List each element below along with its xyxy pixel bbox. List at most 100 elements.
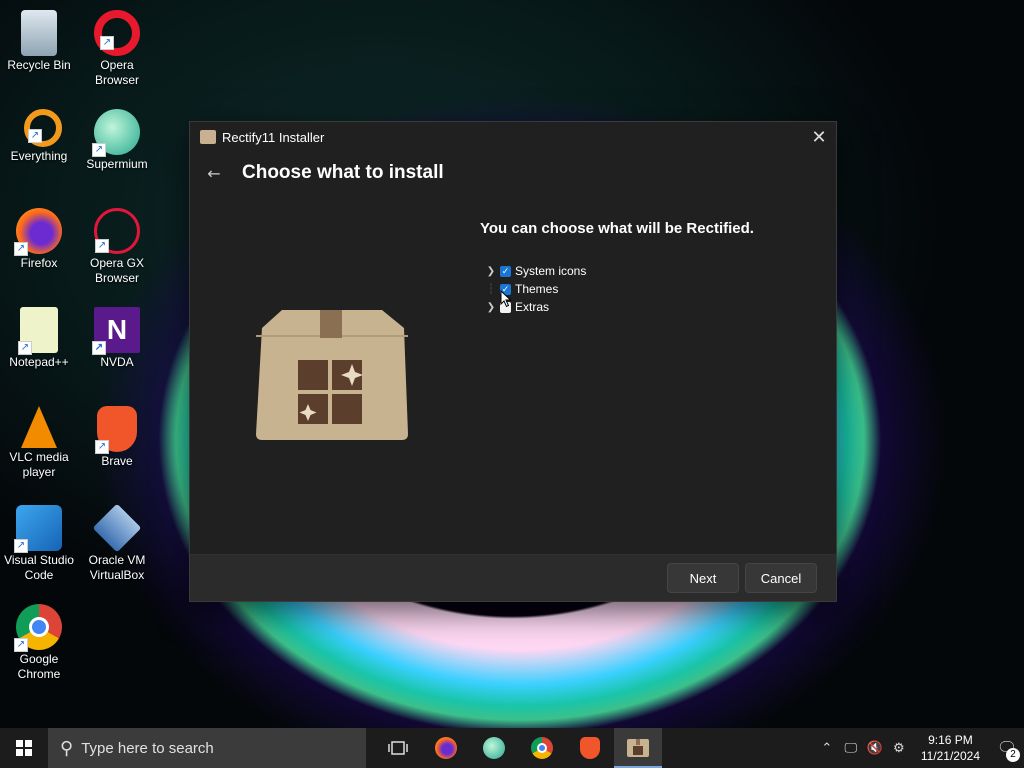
volume-muted-icon[interactable]: 🔇 — [863, 740, 887, 756]
back-button[interactable]: ← — [204, 164, 224, 184]
taskbar-chrome[interactable] — [518, 728, 566, 768]
task-view-icon — [388, 741, 408, 755]
desktop-icon-opera-gx[interactable]: ↗ Opera GX Browser — [80, 204, 154, 286]
next-button[interactable]: Next — [667, 563, 739, 593]
desktop-icon-label: Notepad++ — [9, 355, 69, 369]
clock-date: 11/21/2024 — [920, 749, 980, 763]
desktop-icon-supermium[interactable]: ↗ Supermium — [80, 105, 154, 172]
desktop-icon-vlc[interactable]: VLC media player — [2, 402, 76, 480]
network-icon[interactable]: 🖵 — [839, 740, 863, 756]
brave-icon — [580, 737, 600, 759]
mouse-cursor-icon — [500, 290, 512, 308]
shortcut-arrow-icon: ↗ — [14, 242, 28, 256]
desktop-icon-label: Brave — [101, 454, 133, 468]
opera-gx-icon: ↗ — [94, 208, 140, 254]
shortcut-arrow-icon: ↗ — [14, 638, 28, 652]
tree-item-system-icons[interactable]: ❯ ✓ System icons — [484, 262, 587, 280]
back-arrow-icon: ← — [207, 164, 221, 183]
desktop-icon-vscode[interactable]: ↗ Visual Studio Code — [2, 501, 76, 583]
desktop-icon-label: Google Chrome — [17, 652, 61, 681]
desktop-icon-label: Opera GX Browser — [89, 256, 145, 285]
rectify11-installer-icon — [200, 130, 216, 144]
package-box-icon — [256, 310, 408, 440]
desktop-icon-label: Everything — [10, 149, 68, 163]
shortcut-arrow-icon: ↗ — [18, 341, 32, 355]
tree-item-label: System icons — [515, 264, 587, 278]
chrome-icon — [531, 737, 553, 759]
search-icon: ⚲ — [60, 737, 74, 758]
chevron-up-icon[interactable]: ⌃ — [815, 740, 839, 756]
desktop-icon-opera[interactable]: ↗ Opera Browser — [80, 6, 154, 88]
brave-icon: ↗ — [95, 406, 137, 454]
shortcut-arrow-icon: ↗ — [100, 36, 114, 50]
desktop-icon-label: Firefox — [20, 256, 58, 270]
opera-icon: ↗ — [94, 10, 140, 56]
taskbar-rectify11-installer[interactable] — [614, 728, 662, 768]
taskbar-clock[interactable]: 9:16 PM 11/21/2024 — [921, 732, 980, 764]
component-tree: ❯ ✓ System icons ┆ ✓ Themes ❯ Extras — [484, 262, 587, 316]
desktop-icon-label: VLC media player — [9, 450, 69, 479]
close-icon: ✕ — [811, 126, 827, 147]
title-bar[interactable]: Rectify11 Installer ✕ — [190, 122, 836, 152]
system-tray: ⌃ 🖵 🔇 ⚙ 9:16 PM 11/21/2024 🗨 2 — [815, 728, 1024, 768]
window-title: Rectify11 Installer — [222, 129, 325, 145]
nvda-icon: N ↗ — [92, 307, 140, 355]
start-button[interactable] — [0, 728, 48, 768]
task-view-button[interactable] — [374, 728, 422, 768]
desktop-icon-firefox[interactable]: ↗ Firefox — [2, 204, 76, 271]
system-icons-checkbox[interactable]: ✓ — [500, 265, 511, 277]
cancel-button[interactable]: Cancel — [745, 563, 817, 593]
desktop-icon-virtualbox[interactable]: Oracle VM VirtualBox — [80, 501, 154, 583]
notification-center-button[interactable]: 🗨 2 — [990, 728, 1024, 768]
desktop-icon-chrome[interactable]: ↗ Google Chrome — [2, 600, 76, 682]
taskbar-brave[interactable] — [566, 728, 614, 768]
desktop-icon-label: Oracle VM VirtualBox — [88, 553, 146, 582]
desktop-icon-nvda[interactable]: N ↗ NVDA — [80, 303, 154, 370]
dialog-footer: Next Cancel — [190, 554, 836, 601]
desktop-icon-label: Supermium — [86, 157, 148, 171]
installer-window: Rectify11 Installer ✕ ← Choose what to i… — [189, 121, 837, 602]
supermium-icon — [483, 737, 505, 759]
recycle-bin-icon — [21, 10, 57, 56]
supermium-icon: ↗ — [92, 109, 140, 157]
vscode-icon: ↗ — [14, 505, 62, 553]
everything-icon: ↗ — [24, 109, 62, 147]
shortcut-arrow-icon: ↗ — [95, 440, 109, 454]
chevron-right-icon[interactable]: ❯ — [484, 266, 498, 277]
taskbar-supermium[interactable] — [470, 728, 518, 768]
taskbar-firefox[interactable] — [422, 728, 470, 768]
firefox-icon: ↗ — [14, 208, 62, 256]
shortcut-arrow-icon: ↗ — [92, 341, 106, 355]
shortcut-arrow-icon: ↗ — [28, 129, 42, 143]
search-placeholder: Type here to search — [81, 739, 214, 757]
virtualbox-icon — [92, 503, 142, 553]
windows-logo-icon — [16, 740, 32, 756]
clock-time: 9:16 PM — [928, 733, 973, 747]
firefox-icon — [435, 737, 457, 759]
chrome-icon: ↗ — [14, 604, 62, 652]
taskbar: ⚲ Type here to search ⌃ 🖵 🔇 ⚙ 9:16 PM 11… — [0, 728, 1024, 768]
desktop-icon-notepadpp[interactable]: ↗ Notepad++ — [2, 303, 76, 370]
tree-connector: ┆ — [487, 283, 495, 295]
taskbar-search-box[interactable]: ⚲ Type here to search — [48, 728, 366, 768]
page-title: Choose what to install — [242, 162, 444, 183]
desktop-icon-brave[interactable]: ↗ Brave — [80, 402, 154, 469]
desktop-icon-label: NVDA — [100, 355, 134, 369]
shortcut-arrow-icon: ↗ — [14, 539, 28, 553]
tree-item-label: Themes — [515, 282, 559, 296]
close-button[interactable]: ✕ — [802, 122, 836, 152]
page-header: ← Choose what to install — [190, 152, 836, 202]
settings-gear-icon[interactable]: ⚙ — [887, 740, 911, 756]
vlc-icon — [21, 406, 57, 448]
desktop-icon-recycle-bin[interactable]: Recycle Bin — [2, 6, 76, 73]
chevron-right-icon[interactable]: ❯ — [484, 302, 498, 313]
install-subtitle: You can choose what will be Rectified. — [480, 220, 754, 237]
page-content: You can choose what will be Rectified. ❯… — [190, 202, 836, 554]
shortcut-arrow-icon: ↗ — [95, 239, 109, 253]
shortcut-arrow-icon: ↗ — [92, 143, 106, 157]
desktop-icon-label: Opera Browser — [94, 58, 139, 87]
desktop-icon-label: Recycle Bin — [7, 58, 71, 72]
rectify11-installer-icon — [627, 739, 649, 757]
desktop-icon-everything[interactable]: ↗ Everything — [2, 105, 76, 164]
notification-count-badge: 2 — [1006, 748, 1020, 762]
